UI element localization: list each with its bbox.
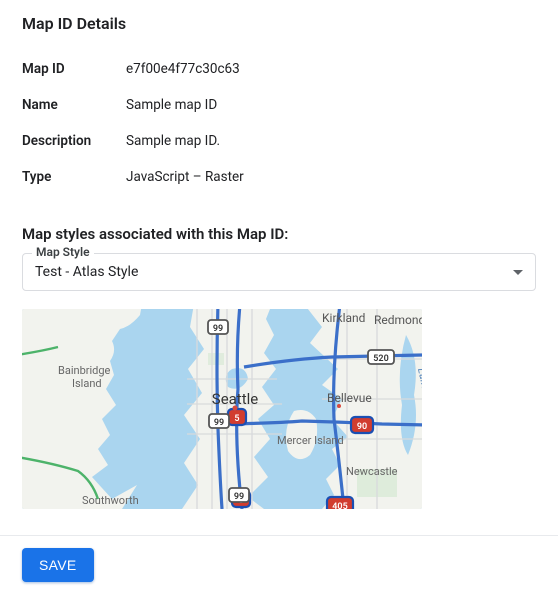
shield-520: 520 xyxy=(373,354,388,364)
map-label-redmond: Redmond xyxy=(374,313,422,327)
map-label-bainbridge1: Bainbridge xyxy=(58,364,111,377)
map-label-seattle: Seattle xyxy=(212,390,258,408)
map-id-value: e7f00e4f77c30c63 xyxy=(126,61,240,77)
shield-405: 405 xyxy=(332,502,347,509)
shield-99b: 99 xyxy=(214,418,224,428)
detail-row-name: Name Sample map ID xyxy=(22,87,536,123)
name-label: Name xyxy=(22,97,126,113)
type-label: Type xyxy=(22,169,126,185)
name-value: Sample map ID xyxy=(126,97,217,113)
shield-99c: 99 xyxy=(234,492,244,502)
map-id-label: Map ID xyxy=(22,61,126,77)
map-label-kirkland: Kirkland xyxy=(322,311,365,325)
map-style-legend: Map Style xyxy=(32,245,94,259)
footer-bar: SAVE xyxy=(0,535,558,596)
map-style-selected-value: Test - Atlas Style xyxy=(35,264,138,280)
detail-row-description: Description Sample map ID. xyxy=(22,123,536,159)
detail-row-map-id: Map ID e7f00e4f77c30c63 xyxy=(22,51,536,87)
map-label-newcastle: Newcastle xyxy=(346,465,398,478)
map-styles-heading: Map styles associated with this Map ID: xyxy=(22,225,536,243)
description-label: Description xyxy=(22,133,126,149)
map-preview: 5 5 90 405 520 99 99 99 Seattle Bellevue… xyxy=(22,309,422,509)
chevron-down-icon xyxy=(513,270,523,275)
detail-row-type: Type JavaScript – Raster xyxy=(22,159,536,195)
type-value: JavaScript – Raster xyxy=(126,169,244,185)
map-label-southworth: Southworth xyxy=(82,494,139,507)
shield-i5: 5 xyxy=(234,414,239,424)
map-label-bellevue: Bellevue xyxy=(327,391,372,405)
description-value: Sample map ID. xyxy=(126,133,220,149)
save-button[interactable]: SAVE xyxy=(22,548,94,582)
map-style-select[interactable]: Map Style Test - Atlas Style xyxy=(22,253,536,291)
map-label-mercer: Mercer Island xyxy=(277,434,344,447)
map-label-bainbridge2: Island xyxy=(72,377,102,390)
shield-99a: 99 xyxy=(213,324,223,334)
shield-i90: 90 xyxy=(357,422,367,432)
page-title: Map ID Details xyxy=(22,14,536,33)
